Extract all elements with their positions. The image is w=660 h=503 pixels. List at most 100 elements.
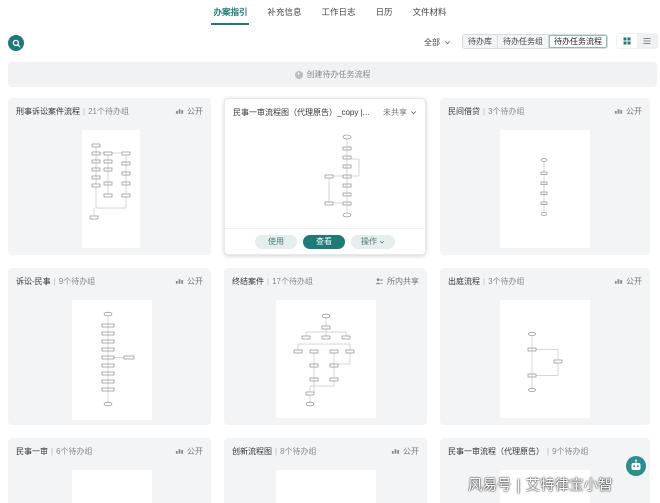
card-title: 民事一审流程（代理原告） bbox=[448, 446, 544, 456]
flowchart-thumbnail bbox=[500, 130, 590, 248]
flow-card-civil-first[interactable]: 民事一审 | 6个待办组 公开 bbox=[8, 438, 211, 503]
card-header: 出庭流程 | 3个待办组 公开 bbox=[448, 275, 642, 287]
card-title: 终结案件 bbox=[232, 276, 264, 286]
chevron-down-icon bbox=[445, 40, 450, 44]
create-task-flow-button[interactable]: + 创建待办任务流程 bbox=[8, 62, 657, 87]
tab-calendar[interactable]: 日历 bbox=[374, 2, 395, 22]
create-label: 创建待办任务流程 bbox=[306, 70, 371, 79]
public-icon bbox=[614, 109, 623, 114]
card-header: 终结案件 | 17个待办组 所内共享 bbox=[232, 275, 419, 287]
segment-task-flow[interactable]: 待办任务流程 bbox=[549, 35, 607, 48]
share-dropdown[interactable]: 未共享 bbox=[383, 107, 417, 118]
separator: | bbox=[483, 106, 486, 116]
flow-card-criminal[interactable]: 刑事诉讼案件流程 | 21个待办组 公开 bbox=[8, 98, 211, 255]
card-count: 6个待办组 bbox=[56, 446, 93, 456]
share-label: 公开 bbox=[187, 446, 203, 456]
share-status: 所内共享 bbox=[375, 276, 419, 287]
separator: | bbox=[267, 276, 270, 286]
card-title: 民间借贷 bbox=[448, 106, 480, 116]
share-status: 公开 bbox=[614, 106, 642, 117]
card-count: 3个待办组 bbox=[488, 276, 525, 286]
flowchart-thumbnail bbox=[82, 130, 140, 248]
search-button[interactable] bbox=[8, 35, 24, 51]
flowchart-thumbnail bbox=[500, 300, 590, 418]
card-title: 民事一审流程图（代理原告）_copy |... bbox=[233, 107, 370, 117]
card-header: 民间借贷 | 3个待办组 公开 bbox=[448, 105, 642, 117]
separator: | bbox=[483, 276, 486, 286]
card-count: 9个待办组 bbox=[552, 446, 589, 456]
filter-dropdown[interactable]: 全部 bbox=[424, 35, 451, 49]
grid-view-icon bbox=[623, 37, 631, 45]
card-header: 民事一审流程图（代理原告）_copy |... 未共享 bbox=[233, 106, 417, 118]
filter-label: 全部 bbox=[424, 37, 440, 47]
tab-work-log[interactable]: 工作日志 bbox=[319, 2, 357, 22]
share-label: 公开 bbox=[626, 276, 642, 286]
plus-icon: + bbox=[294, 70, 303, 79]
flowchart-thumbnail bbox=[276, 300, 376, 418]
watermark: 风易号 | 艾特律宝小智 bbox=[468, 478, 613, 494]
separator: | bbox=[51, 446, 54, 456]
search-icon bbox=[12, 39, 20, 47]
card-header: 诉讼-民事 | 9个待办组 公开 bbox=[16, 275, 203, 287]
separator: | bbox=[275, 446, 278, 456]
share-label: 公开 bbox=[187, 276, 203, 286]
share-label: 未共享 bbox=[383, 107, 407, 117]
flowchart-thumbnail bbox=[72, 470, 152, 503]
segment-todo-library[interactable]: 待办库 bbox=[463, 35, 498, 48]
share-label: 所内共享 bbox=[387, 276, 419, 286]
share-status: 公开 bbox=[175, 446, 203, 457]
segment-task-group[interactable]: 待办任务组 bbox=[498, 35, 549, 48]
top-nav: 办案指引 补充信息 工作日志 日历 文件材料 bbox=[0, 0, 660, 25]
flowchart-thumbnail bbox=[72, 300, 152, 420]
card-count: 8个待办组 bbox=[280, 446, 317, 456]
card-title: 刑事诉讼案件流程 bbox=[16, 106, 80, 116]
card-header: 民事一审 | 6个待办组 公开 bbox=[16, 445, 203, 457]
card-actions: 使用 查看 操作 bbox=[225, 228, 425, 254]
separator: | bbox=[83, 106, 86, 116]
list-view-icon bbox=[643, 38, 651, 44]
list-view-button[interactable] bbox=[637, 34, 657, 48]
share-status: 公开 bbox=[175, 276, 203, 287]
grid-view-button[interactable] bbox=[617, 34, 637, 48]
tab-supplement-info[interactable]: 补充信息 bbox=[265, 2, 303, 22]
tab-documents[interactable]: 文件材料 bbox=[411, 2, 449, 22]
public-icon bbox=[175, 109, 184, 114]
flow-card-case-closure[interactable]: 终结案件 | 17个待办组 所内共享 bbox=[224, 268, 427, 425]
flow-card-litigation-civil[interactable]: 诉讼-民事 | 9个待办组 公开 bbox=[8, 268, 211, 425]
card-title: 民事一审 bbox=[16, 446, 48, 456]
card-title: 创新流程图 bbox=[232, 446, 272, 456]
public-icon bbox=[175, 449, 184, 454]
flow-card-court-appearance[interactable]: 出庭流程 | 3个待办组 公开 bbox=[440, 268, 650, 425]
share-status: 公开 bbox=[391, 446, 419, 457]
public-icon bbox=[175, 279, 184, 284]
card-header: 刑事诉讼案件流程 | 21个待办组 公开 bbox=[16, 105, 203, 117]
card-header: 创新流程图 | 8个待办组 公开 bbox=[232, 445, 419, 457]
operations-button[interactable]: 操作 bbox=[351, 234, 395, 249]
flow-card-innovation[interactable]: 创新流程图 | 8个待办组 公开 bbox=[224, 438, 427, 503]
public-icon bbox=[391, 449, 400, 454]
card-header: 民事一审流程（代理原告） | 9个待办组 bbox=[448, 445, 642, 457]
card-count: 9个待办组 bbox=[58, 276, 96, 286]
card-title: 诉讼-民事 bbox=[16, 276, 51, 286]
assistant-bot-button[interactable] bbox=[626, 456, 646, 476]
card-count: 17个待办组 bbox=[272, 276, 313, 286]
tab-case-guide[interactable]: 办案指引 bbox=[211, 2, 250, 25]
card-count: 21个待办组 bbox=[88, 106, 129, 116]
chevron-down-icon bbox=[411, 110, 416, 114]
robot-icon bbox=[631, 459, 641, 470]
card-count: 3个待办组 bbox=[488, 106, 525, 116]
view-button[interactable]: 查看 bbox=[303, 234, 345, 249]
public-icon bbox=[614, 279, 623, 284]
flowchart-thumbnail bbox=[225, 129, 425, 225]
share-status: 公开 bbox=[614, 276, 642, 287]
type-segmented-control: 待办库 待办任务组 待办任务流程 bbox=[462, 34, 608, 49]
share-label: 公开 bbox=[626, 106, 642, 116]
flowchart-thumbnail bbox=[276, 470, 376, 503]
operations-label: 操作 bbox=[361, 237, 377, 246]
flow-card-private-loan[interactable]: 民间借贷 | 3个待办组 公开 bbox=[440, 98, 650, 255]
use-button[interactable]: 使用 bbox=[255, 234, 297, 249]
separator: | bbox=[53, 276, 56, 286]
chevron-down-icon bbox=[379, 240, 385, 244]
card-title: 出庭流程 bbox=[448, 276, 480, 286]
flow-card-civil-first-copy[interactable]: 民事一审流程图（代理原告）_copy |... 未共享 使用 查看 操作 bbox=[224, 98, 426, 255]
